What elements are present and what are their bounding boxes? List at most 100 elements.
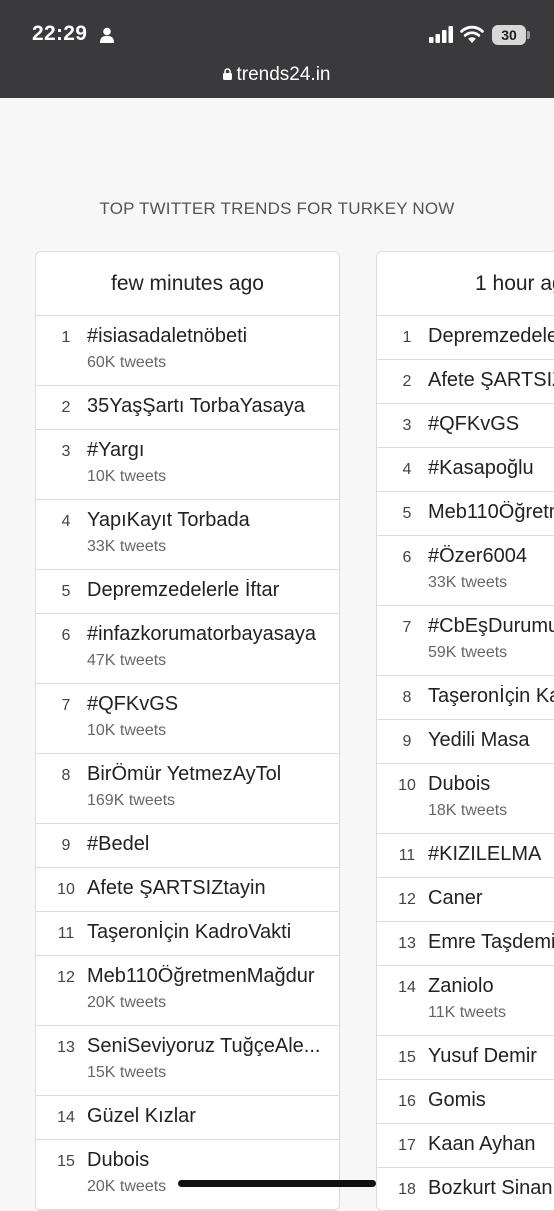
- trend-row: 8 Taşeronİçin Kadro: [377, 676, 554, 720]
- trend-link[interactable]: Caner: [428, 887, 554, 910]
- trend-rank: 12: [57, 969, 75, 986]
- battery-level: 30: [492, 25, 526, 45]
- clock: 22:29: [32, 22, 88, 45]
- trend-rank: 10: [57, 881, 75, 898]
- tweet-count: 15K tweets: [87, 1064, 167, 1081]
- trend-link[interactable]: #CbEşDurumu: [428, 615, 554, 638]
- tweet-count: 33K tweets: [87, 538, 167, 555]
- trend-link[interactable]: Gomis: [428, 1089, 554, 1112]
- trend-link[interactable]: #Bedel: [87, 833, 330, 856]
- tweet-count: 33K tweets: [428, 574, 508, 591]
- trend-row: 2 Afete ŞARTSIZtayin: [377, 360, 554, 404]
- trend-rank: 8: [402, 689, 412, 706]
- trend-rank: 3: [61, 443, 71, 460]
- trend-link[interactable]: Güzel Kızlar: [87, 1105, 330, 1128]
- trend-rank: 18: [398, 1181, 416, 1198]
- trend-rank: 5: [61, 583, 71, 600]
- trend-link[interactable]: Zaniolo: [428, 975, 554, 998]
- cellular-signal-icon: [429, 26, 453, 43]
- trend-rank: 8: [61, 767, 71, 784]
- trend-row: 16 Gomis: [377, 1080, 554, 1124]
- trend-link[interactable]: #Yargı: [87, 439, 330, 462]
- trend-link[interactable]: #isiasadaletnöbeti: [87, 325, 330, 348]
- trend-row: 7 #QFKvGS 10K tweets: [36, 684, 339, 754]
- trend-rank: 17: [398, 1137, 416, 1154]
- column-timestamp: few minutes ago: [36, 252, 339, 316]
- trend-link[interactable]: Meb110Öğretmen: [428, 501, 554, 524]
- tweet-count: 10K tweets: [87, 722, 167, 739]
- trend-link[interactable]: #Kasapoğlu: [428, 457, 554, 480]
- trend-rank: 9: [61, 837, 71, 854]
- tweet-count: 10K tweets: [87, 468, 167, 485]
- trend-link[interactable]: Afete ŞARTSIZtayin: [87, 877, 330, 900]
- trend-row: 11 #KIZILELMA: [377, 834, 554, 878]
- trend-rank: 3: [402, 417, 412, 434]
- trend-column-few-minutes-ago: few minutes ago 1 #isiasadaletnöbeti 60K t…: [35, 251, 340, 1211]
- trend-link[interactable]: Meb110ÖğretmenMağdur: [87, 965, 330, 988]
- trend-rank: 1: [61, 329, 71, 346]
- lock-icon: [223, 68, 233, 80]
- trend-rank: 13: [398, 935, 416, 952]
- trend-link[interactable]: Depremzedelerle: [428, 325, 554, 348]
- trend-row: 12 Caner: [377, 878, 554, 922]
- trend-link[interactable]: #infazkorumatorbayasaya: [87, 623, 330, 646]
- trend-row: 4 YapıKayıt Torbada 33K tweets: [36, 500, 339, 570]
- trend-link[interactable]: #Özer6004: [428, 545, 554, 568]
- trend-link[interactable]: Taşeronİçin Kadro: [428, 685, 554, 708]
- trend-link[interactable]: YapıKayıt Torbada: [87, 509, 330, 532]
- wifi-icon: [460, 25, 484, 43]
- trend-rank: 11: [398, 847, 416, 864]
- trend-row: 14 Zaniolo 11K tweets: [377, 966, 554, 1036]
- trend-link[interactable]: Dubois: [87, 1149, 330, 1172]
- trend-link[interactable]: Emre Taşdemir: [428, 931, 554, 954]
- trend-link[interactable]: #KIZILELMA: [428, 843, 554, 866]
- trend-row: 11 Taşeronİçin KadroVakti: [36, 912, 339, 956]
- trend-rank: 13: [57, 1039, 75, 1056]
- trend-rank: 2: [61, 399, 71, 416]
- trend-rank: 6: [61, 627, 71, 644]
- column-timestamp: 1 hour ago: [377, 252, 554, 316]
- trend-row: 8 BirÖmür YetmezAyTol 169K tweets: [36, 754, 339, 824]
- trend-link[interactable]: BirÖmür YetmezAyTol: [87, 763, 330, 786]
- trend-row: 2 35YaşŞartı TorbaYasaya: [36, 386, 339, 430]
- trend-row: 1 #isiasadaletnöbeti 60K tweets: [36, 316, 339, 386]
- trend-row: 14 Güzel Kızlar: [36, 1096, 339, 1140]
- trend-row: 7 #CbEşDurumu 59K tweets: [377, 606, 554, 676]
- trend-link[interactable]: SeniSeviyoruz TuğçeAle...: [87, 1035, 330, 1058]
- trend-link[interactable]: #QFKvGS: [87, 693, 330, 716]
- trend-rank: 14: [57, 1109, 75, 1126]
- status-bar: 22:29 30 trends24.in: [0, 0, 554, 98]
- trend-row: 1 Depremzedelerle: [377, 316, 554, 360]
- trend-link[interactable]: Taşeronİçin KadroVakti: [87, 921, 330, 944]
- trend-link[interactable]: Bozkurt Sinan: [428, 1177, 554, 1200]
- trend-row: 17 Kaan Ayhan: [377, 1124, 554, 1168]
- trend-link[interactable]: Depremzedelerle İftar: [87, 579, 330, 602]
- trend-link[interactable]: Yedili Masa: [428, 729, 554, 752]
- trend-row: 18 Bozkurt Sinan: [377, 1168, 554, 1210]
- trend-link[interactable]: Yusuf Demir: [428, 1045, 554, 1068]
- trend-rank: 4: [61, 513, 71, 530]
- trend-rank: 10: [398, 777, 416, 794]
- trend-rank: 2: [402, 373, 412, 390]
- address-bar[interactable]: trends24.in: [0, 64, 554, 86]
- trend-row: 4 #Kasapoğlu: [377, 448, 554, 492]
- trend-link[interactable]: Kaan Ayhan: [428, 1133, 554, 1156]
- trend-row: 10 Dubois 18K tweets: [377, 764, 554, 834]
- trend-rank: 15: [398, 1049, 416, 1066]
- tweet-count: 18K tweets: [428, 802, 508, 819]
- trend-row: 13 SeniSeviyoruz TuğçeAle... 15K tweets: [36, 1026, 339, 1096]
- trend-link[interactable]: Dubois: [428, 773, 554, 796]
- home-indicator: [178, 1180, 376, 1187]
- trend-rank: 6: [402, 549, 412, 566]
- page-title: TOP TWITTER TRENDS FOR TURKEY NOW: [99, 199, 455, 218]
- trend-link[interactable]: #QFKvGS: [428, 413, 554, 436]
- trend-link[interactable]: 35YaşŞartı TorbaYasaya: [87, 395, 330, 418]
- battery-cap: [527, 31, 530, 39]
- trend-row: 6 #infazkorumatorbayasaya 47K tweets: [36, 614, 339, 684]
- trend-row: 5 Meb110Öğretmen: [377, 492, 554, 536]
- trend-rank: 15: [57, 1153, 75, 1170]
- trend-row: 10 Afete ŞARTSIZtayin: [36, 868, 339, 912]
- trend-link[interactable]: Afete ŞARTSIZtayin: [428, 369, 554, 392]
- trend-rank: 4: [402, 461, 412, 478]
- trend-row: 13 Emre Taşdemir: [377, 922, 554, 966]
